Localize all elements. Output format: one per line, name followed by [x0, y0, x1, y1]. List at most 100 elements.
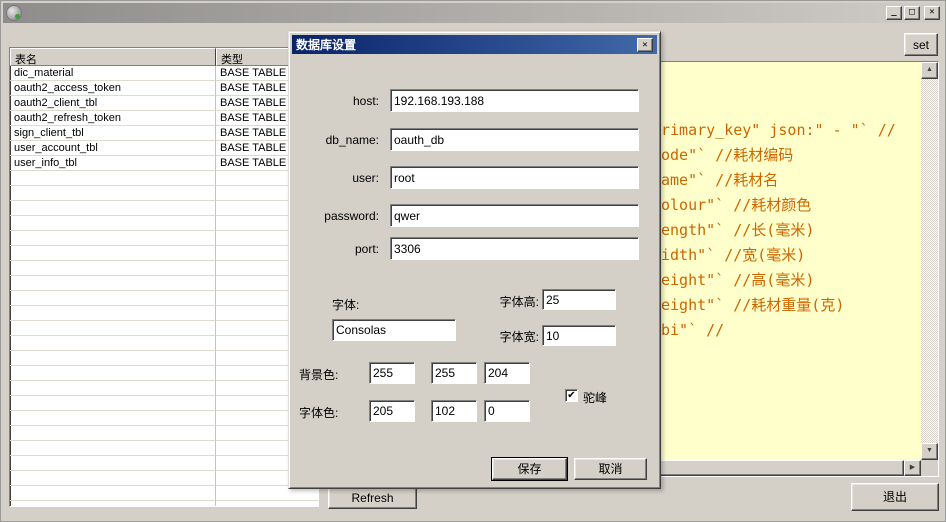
- table-row[interactable]: [10, 321, 318, 336]
- close-button[interactable]: ✕: [924, 6, 940, 20]
- table-cell-name: [10, 501, 216, 507]
- table-row[interactable]: [10, 411, 318, 426]
- table-list-panel: 表名 类型 dic_materialBASE TABLEoauth2_acces…: [9, 47, 319, 507]
- code-preview-area[interactable]: rimary_key" json:" - "` //ode"` //耗材编码am…: [657, 62, 921, 460]
- font-label: 字体:: [332, 296, 359, 313]
- table-row[interactable]: [10, 441, 318, 456]
- horizontal-scroll-thumb[interactable]: [657, 460, 904, 476]
- table-row[interactable]: [10, 456, 318, 471]
- table-cell-name: oauth2_access_token: [10, 81, 216, 96]
- host-input[interactable]: [390, 89, 639, 112]
- bg-color-label: 背景色:: [299, 366, 338, 383]
- table-cell-name: [10, 201, 216, 216]
- table-cell-name: [10, 231, 216, 246]
- main-titlebar[interactable]: _ □ ✕: [3, 3, 943, 23]
- table-row[interactable]: [10, 366, 318, 381]
- dialog-close-icon[interactable]: ✕: [637, 38, 653, 52]
- table-row[interactable]: user_info_tblBASE TABLE: [10, 156, 318, 171]
- scroll-down-icon[interactable]: ▼: [921, 443, 938, 460]
- dialog-title: 数据库设置: [296, 36, 356, 53]
- bg-color-r-input[interactable]: [369, 362, 415, 384]
- column-header-name[interactable]: 表名: [10, 48, 216, 66]
- vertical-scroll-track[interactable]: [921, 79, 938, 443]
- font-color-b-input[interactable]: [484, 400, 530, 422]
- table-row[interactable]: [10, 396, 318, 411]
- db-name-input[interactable]: [390, 128, 639, 151]
- table-cell-name: [10, 261, 216, 276]
- app-icon: [6, 5, 22, 21]
- refresh-button[interactable]: Refresh: [328, 486, 417, 509]
- table-row[interactable]: dic_materialBASE TABLE: [10, 66, 318, 81]
- table-row[interactable]: oauth2_access_tokenBASE TABLE: [10, 81, 318, 96]
- password-input[interactable]: [390, 204, 639, 227]
- dialog-titlebar[interactable]: 数据库设置 ✕: [292, 35, 657, 54]
- vertical-scrollbar[interactable]: ▲ ▼: [921, 62, 938, 460]
- table-row[interactable]: [10, 171, 318, 186]
- table-cell-name: [10, 306, 216, 321]
- scroll-up-icon[interactable]: ▲: [921, 62, 938, 79]
- table-row[interactable]: [10, 201, 318, 216]
- table-cell-name: oauth2_refresh_token: [10, 111, 216, 126]
- table-cell-name: [10, 486, 216, 501]
- code-line: eight"` //高(毫米): [661, 268, 921, 293]
- table-cell-name: [10, 171, 216, 186]
- table-row[interactable]: [10, 501, 318, 507]
- camelcase-checkbox[interactable]: ✔: [565, 389, 578, 402]
- code-line: ength"` //长(毫米): [661, 218, 921, 243]
- horizontal-scrollbar[interactable]: ▶: [657, 460, 921, 476]
- table-row[interactable]: [10, 381, 318, 396]
- table-row[interactable]: user_account_tblBASE TABLE: [10, 141, 318, 156]
- table-cell-name: [10, 186, 216, 201]
- user-input[interactable]: [390, 166, 639, 189]
- table-row[interactable]: [10, 351, 318, 366]
- table-row[interactable]: oauth2_client_tblBASE TABLE: [10, 96, 318, 111]
- font-input[interactable]: [332, 319, 456, 341]
- table-row[interactable]: [10, 261, 318, 276]
- bg-color-b-input[interactable]: [484, 362, 530, 384]
- table-cell-name: user_account_tbl: [10, 141, 216, 156]
- table-row[interactable]: sign_client_tblBASE TABLE: [10, 126, 318, 141]
- table-row[interactable]: oauth2_refresh_tokenBASE TABLE: [10, 111, 318, 126]
- font-color-g-input[interactable]: [431, 400, 477, 422]
- table-row[interactable]: [10, 486, 318, 501]
- font-width-input[interactable]: [542, 325, 616, 346]
- main-window: _ □ ✕ 表名 类型 dic_materialBASE TABLEoauth2…: [0, 0, 946, 522]
- table-cell-name: [10, 276, 216, 291]
- user-label: user:: [299, 171, 379, 185]
- minimize-button[interactable]: _: [886, 6, 902, 20]
- code-line: bi"` //: [661, 318, 921, 343]
- table-header-row: 表名 类型: [10, 48, 318, 66]
- db-name-label: db_name:: [299, 133, 379, 147]
- table-row[interactable]: [10, 336, 318, 351]
- table-row[interactable]: [10, 291, 318, 306]
- port-label: port:: [299, 242, 379, 256]
- code-line: ode"` //耗材编码: [661, 143, 921, 168]
- host-label: host:: [299, 94, 379, 108]
- scroll-right-icon[interactable]: ▶: [904, 460, 921, 476]
- table-cell-name: [10, 246, 216, 261]
- table-row[interactable]: [10, 216, 318, 231]
- table-row[interactable]: [10, 306, 318, 321]
- table-cell-name: [10, 366, 216, 381]
- table-row[interactable]: [10, 276, 318, 291]
- cancel-button[interactable]: 取消: [574, 458, 647, 480]
- table-cell-name: [10, 471, 216, 486]
- port-input[interactable]: [390, 237, 639, 260]
- exit-button[interactable]: 退出: [851, 483, 939, 511]
- table-cell-name: [10, 426, 216, 441]
- scrollbar-corner: [921, 460, 938, 476]
- table-row[interactable]: [10, 426, 318, 441]
- table-cell-name: [10, 456, 216, 471]
- table-row[interactable]: [10, 471, 318, 486]
- font-height-input[interactable]: [542, 289, 616, 310]
- save-button[interactable]: 保存: [492, 458, 567, 480]
- bg-color-g-input[interactable]: [431, 362, 477, 384]
- table-row[interactable]: [10, 186, 318, 201]
- table-row[interactable]: [10, 231, 318, 246]
- maximize-button[interactable]: □: [904, 6, 920, 20]
- font-width-label: 字体宽:: [481, 328, 539, 345]
- table-cell-name: [10, 291, 216, 306]
- set-button[interactable]: set: [904, 33, 938, 56]
- table-row[interactable]: [10, 246, 318, 261]
- font-color-r-input[interactable]: [369, 400, 415, 422]
